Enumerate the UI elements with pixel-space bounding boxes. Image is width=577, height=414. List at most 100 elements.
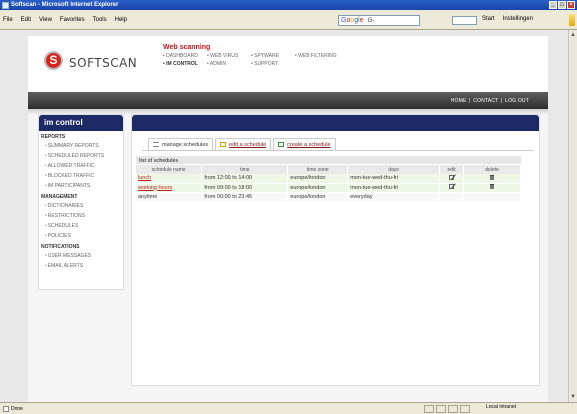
col-time: time bbox=[201, 165, 289, 174]
row-days: mon-tue-wed-thu-fri bbox=[347, 174, 441, 184]
table-header-row: schedule name time time zone days edit d… bbox=[136, 165, 521, 174]
tab-manage-schedules[interactable]: manage schedules bbox=[148, 138, 214, 150]
top-link-bar: HOME | CONTACT | LOG OUT bbox=[28, 92, 548, 109]
logout-link[interactable]: LOG OUT bbox=[505, 98, 529, 104]
logo-text: SOFTSCAN bbox=[69, 56, 138, 70]
status-text: Done bbox=[11, 405, 23, 412]
add-icon bbox=[278, 142, 285, 147]
menu-file[interactable]: File bbox=[3, 17, 13, 23]
row-time: from 09:00 to 18:00 bbox=[201, 183, 289, 193]
close-button[interactable]: × bbox=[567, 1, 575, 9]
col-days: days bbox=[347, 165, 441, 174]
nav-title: Web scanning bbox=[163, 44, 211, 51]
vertical-scrollbar[interactable]: ▲ ▼ bbox=[568, 30, 577, 402]
page-icon bbox=[3, 405, 9, 412]
menu-help[interactable]: Help bbox=[115, 17, 127, 23]
row-name: anytime bbox=[136, 192, 203, 202]
schedule-tabs: manage schedules edit a schedule create … bbox=[148, 138, 338, 150]
sidebar-item-im-participants[interactable]: •IM PARTICIPANTS bbox=[39, 181, 123, 191]
table-row: working hours from 09:00 to 18:00 europe… bbox=[136, 183, 521, 193]
sidebar: im control REPORTS •SUMMARY REPORTS •SCH… bbox=[38, 114, 124, 290]
nav-web-filtering[interactable]: • WEB FILTERING bbox=[295, 53, 355, 59]
table-title: list of schedules bbox=[136, 156, 521, 165]
nav-spyware[interactable]: • SPYWARE bbox=[251, 53, 295, 59]
trash-icon[interactable] bbox=[490, 184, 495, 189]
tab-create-schedule[interactable]: create a schedule bbox=[273, 138, 336, 150]
sidebar-item-user-messages[interactable]: •USER MESSAGES bbox=[39, 251, 123, 261]
toolbar-dropdown[interactable] bbox=[452, 16, 477, 25]
scroll-up-icon[interactable]: ▲ bbox=[570, 32, 576, 38]
start-button[interactable]: Start bbox=[482, 16, 495, 22]
sidebar-item-scheduled-reports[interactable]: •SCHEDULED REPORTS bbox=[39, 151, 123, 161]
sidebar-section-reports: REPORTS bbox=[41, 134, 66, 140]
schedules-table: schedule name time time zone days edit d… bbox=[136, 165, 521, 202]
sidebar-item-blocked-traffic[interactable]: •BLOCKED TRAFFIC bbox=[39, 171, 123, 181]
schedule-link-working-hours[interactable]: working hours bbox=[138, 185, 172, 191]
list-icon bbox=[153, 142, 159, 147]
top-links: HOME | CONTACT | LOG OUT bbox=[450, 98, 529, 104]
scroll-down-icon[interactable]: ▼ bbox=[570, 394, 576, 400]
table-row: anytime from 00:00 to 23:45 europe/londo… bbox=[136, 192, 521, 202]
trash-icon[interactable] bbox=[490, 174, 495, 180]
row-time: from 12:00 to 14:00 bbox=[201, 174, 289, 184]
toolbar-grip-icon bbox=[569, 14, 575, 26]
status-bar: Done Local intranet bbox=[0, 402, 577, 414]
logo-mark-icon: S bbox=[44, 50, 63, 70]
row-zone: europe/london bbox=[287, 174, 349, 184]
row-days: mon-tue-wed-thu-fri bbox=[347, 183, 441, 193]
site-header: S SOFTSCAN Web scanning • DASHBOARD • WE… bbox=[28, 36, 548, 92]
sidebar-section-notifications: NOTIFICATIONS bbox=[41, 244, 80, 250]
window-title: Softscan - Microsoft Internet Explorer bbox=[11, 2, 119, 8]
toolbar-right: Start Instellingen bbox=[482, 16, 533, 22]
row-zone: europe/london bbox=[287, 183, 349, 193]
col-delete: delete bbox=[463, 165, 521, 174]
menu-favorites[interactable]: Favorites bbox=[60, 17, 85, 23]
schedules-table-wrap: list of schedules schedule name time tim… bbox=[136, 156, 521, 202]
sidebar-item-email-alerts[interactable]: •EMAIL ALERTS bbox=[39, 261, 123, 271]
tab-edit-schedule[interactable]: edit a schedule bbox=[215, 138, 272, 150]
nav-web-virus[interactable]: • WEB VIRUS bbox=[207, 53, 251, 59]
status-panes bbox=[424, 405, 470, 413]
google-search-box[interactable]: Google G- bbox=[338, 15, 420, 26]
menu-edit[interactable]: Edit bbox=[21, 17, 31, 23]
minimize-button[interactable]: _ bbox=[549, 1, 557, 9]
softscan-logo[interactable]: S SOFTSCAN bbox=[44, 50, 137, 70]
maximize-button[interactable]: □ bbox=[558, 1, 566, 9]
main-nav: • DASHBOARD • WEB VIRUS • SPYWARE • WEB … bbox=[163, 53, 355, 67]
tabs-underline bbox=[142, 150, 534, 151]
sidebar-item-schedules[interactable]: •SCHEDULES bbox=[39, 221, 123, 231]
page-viewport: S SOFTSCAN Web scanning • DASHBOARD • WE… bbox=[0, 30, 568, 402]
window-controls: _ □ × bbox=[549, 1, 575, 9]
settings-button[interactable]: Instellingen bbox=[503, 16, 533, 22]
content-panel: manage schedules edit a schedule create … bbox=[131, 114, 540, 386]
sidebar-item-summary-reports[interactable]: •SUMMARY REPORTS bbox=[39, 141, 123, 151]
sidebar-item-allowed-traffic[interactable]: •ALLOWED TRAFFIC bbox=[39, 161, 123, 171]
sidebar-section-management: MANAGEMENT bbox=[41, 194, 78, 200]
sidebar-item-restrictions[interactable]: •RESTRICTIONS bbox=[39, 211, 123, 221]
col-time-zone: time zone bbox=[287, 165, 349, 174]
sidebar-title: im control bbox=[39, 115, 123, 131]
col-schedule-name: schedule name bbox=[136, 165, 203, 174]
home-link[interactable]: HOME bbox=[451, 98, 467, 104]
edit-icon[interactable] bbox=[449, 174, 455, 180]
security-zone: Local intranet bbox=[486, 404, 517, 410]
row-zone: europe/london bbox=[287, 192, 349, 202]
nav-admin[interactable]: • ADMIN bbox=[207, 61, 251, 67]
row-time: from 00:00 to 23:45 bbox=[201, 192, 289, 202]
nav-support[interactable]: • SUPPORT bbox=[251, 61, 295, 67]
contact-link[interactable]: CONTACT bbox=[473, 98, 498, 104]
edit-icon bbox=[220, 142, 227, 147]
menu-view[interactable]: View bbox=[39, 17, 52, 23]
sidebar-item-policies[interactable]: •POLICIES bbox=[39, 231, 123, 241]
content-header bbox=[132, 115, 539, 131]
google-suffix: G- bbox=[367, 18, 375, 24]
menu-tools[interactable]: Tools bbox=[93, 17, 107, 23]
schedule-link-lunch[interactable]: lunch bbox=[138, 175, 151, 181]
window-titlebar: Softscan - Microsoft Internet Explorer _… bbox=[0, 0, 577, 10]
nav-im-control[interactable]: • IM CONTROL bbox=[163, 61, 207, 67]
softscan-page: S SOFTSCAN Web scanning • DASHBOARD • WE… bbox=[28, 36, 548, 402]
edit-icon[interactable] bbox=[449, 184, 455, 189]
nav-dashboard[interactable]: • DASHBOARD bbox=[163, 53, 207, 59]
sidebar-item-dictionaries[interactable]: •DICTIONARIES bbox=[39, 201, 123, 211]
ie-icon bbox=[2, 1, 9, 9]
